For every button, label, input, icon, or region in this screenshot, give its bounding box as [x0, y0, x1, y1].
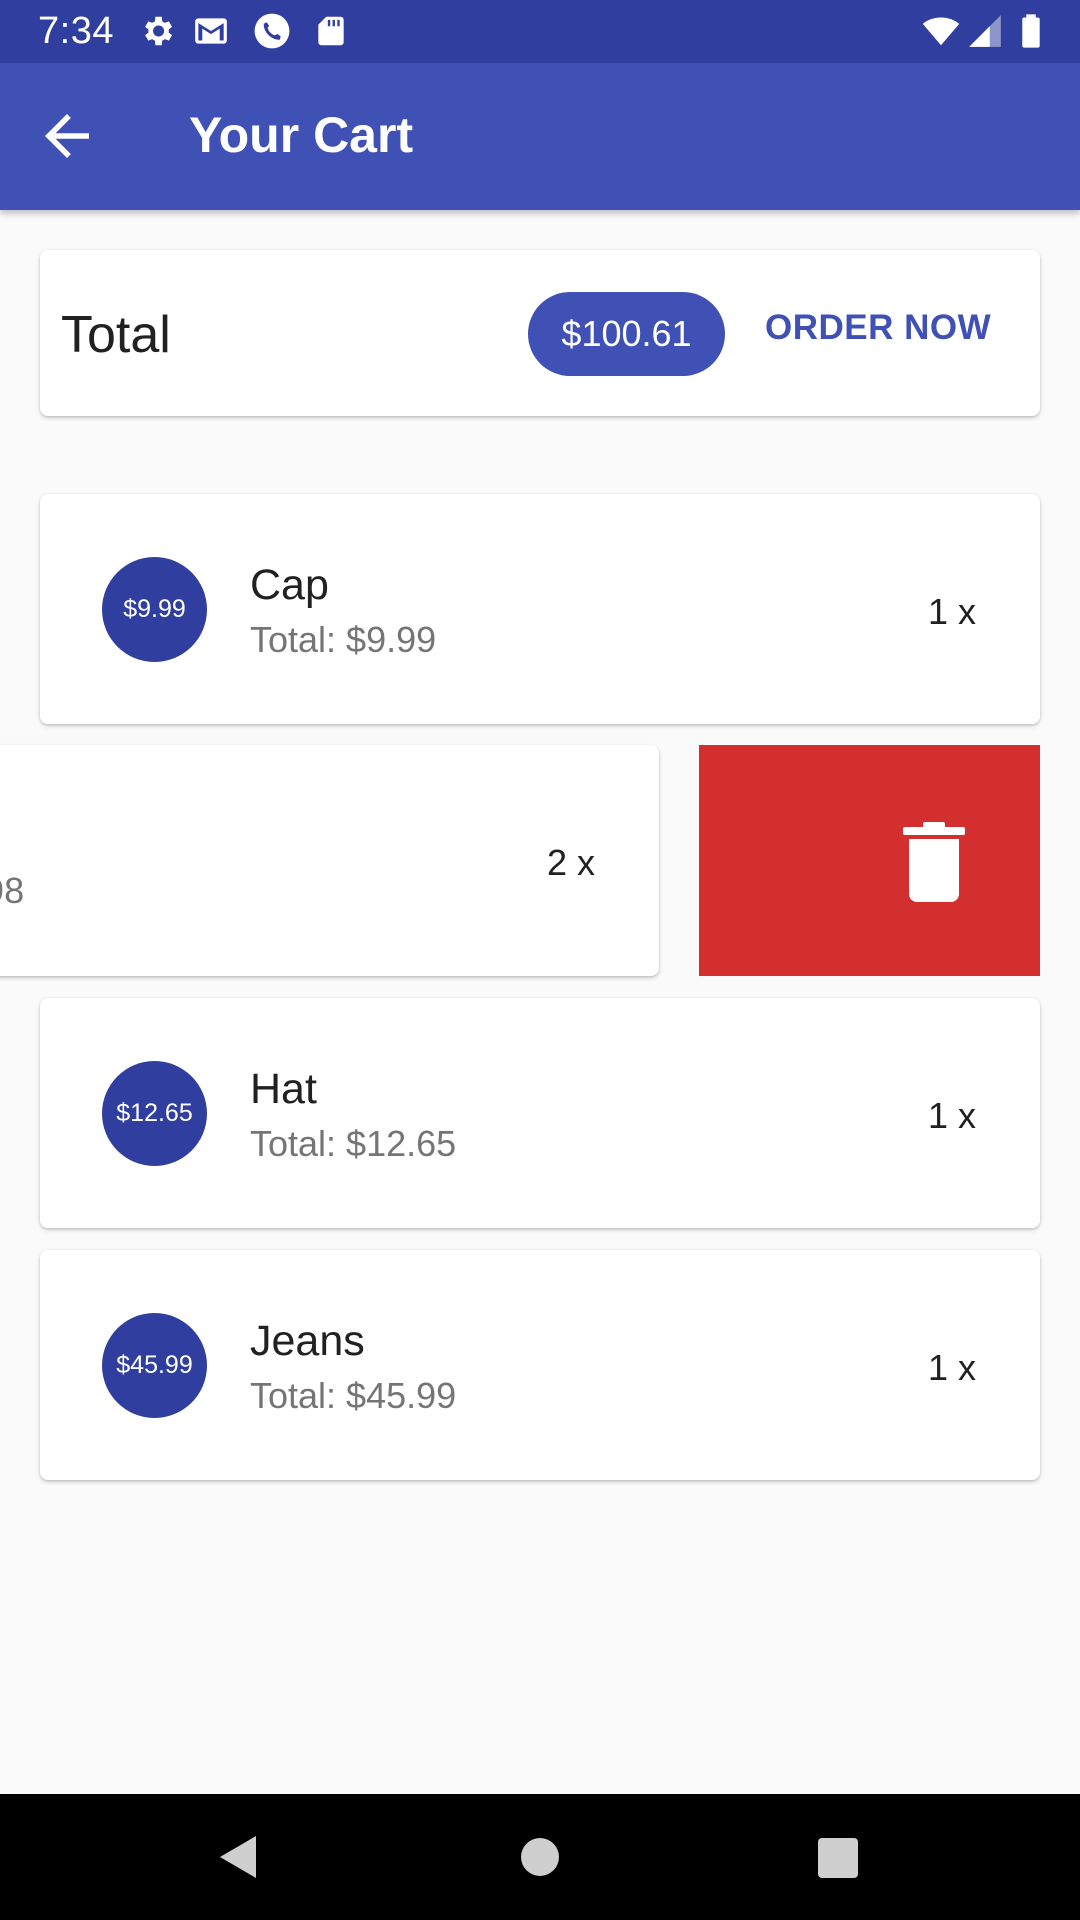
- cart-item-cap[interactable]: $9.99 Cap Total: $9.99 1 x: [40, 494, 1040, 724]
- arrow-back-icon: [45, 114, 89, 158]
- status-time: 7:34: [38, 10, 114, 52]
- item-total: Total: $45.99: [250, 1375, 457, 1416]
- total-amount-chip: $100.61: [528, 292, 725, 376]
- price-avatar: $45.99: [102, 1313, 207, 1418]
- item-name: Cap: [250, 561, 329, 609]
- cart-item-hat[interactable]: $12.65 Hat Total: $12.65 1 x: [40, 998, 1040, 1228]
- nav-recents-icon[interactable]: [818, 1838, 858, 1878]
- cart-item-jeans[interactable]: $45.99 Jeans Total: $45.99 1 x: [40, 1250, 1040, 1480]
- back-button[interactable]: [34, 103, 100, 169]
- total-card: Total $100.61 ORDER NOW: [40, 250, 1040, 416]
- item-quantity: 1 x: [927, 591, 976, 632]
- delete-swipe-background[interactable]: [699, 745, 1040, 976]
- trash-icon: [903, 822, 965, 902]
- wifi-icon: [922, 12, 960, 50]
- price-avatar: $12.65: [102, 1061, 207, 1166]
- item-quantity: 1 x: [927, 1095, 976, 1136]
- item-quantity: 2 x: [547, 842, 596, 883]
- item-total: Total: $9.99: [250, 619, 437, 660]
- settings-icon: [138, 12, 176, 50]
- order-now-button[interactable]: ORDER NOW: [765, 308, 991, 348]
- sd-card-icon: [312, 12, 350, 50]
- battery-icon: [1012, 12, 1050, 50]
- item-total: 31.98: [0, 870, 25, 911]
- item-quantity: 1 x: [927, 1347, 976, 1388]
- page-title: Your Cart: [189, 107, 414, 163]
- status-bar: 7:34: [0, 0, 1080, 63]
- gmail-icon: [192, 12, 230, 50]
- item-name: Hat: [250, 1065, 317, 1113]
- navigation-bar: [0, 1794, 1080, 1920]
- item-name: Jeans: [250, 1317, 365, 1365]
- item-total: Total: $12.65: [250, 1123, 457, 1164]
- cell-signal-icon: [966, 12, 1004, 50]
- cart-item-swiped[interactable]: 31.98 2 x: [0, 745, 659, 976]
- price-avatar: $9.99: [102, 557, 207, 662]
- phone-icon: [253, 12, 291, 50]
- nav-home-icon[interactable]: [521, 1838, 559, 1876]
- app-bar: Your Cart: [0, 63, 1080, 210]
- total-label: Total: [61, 306, 171, 364]
- nav-back-icon[interactable]: [218, 1834, 258, 1880]
